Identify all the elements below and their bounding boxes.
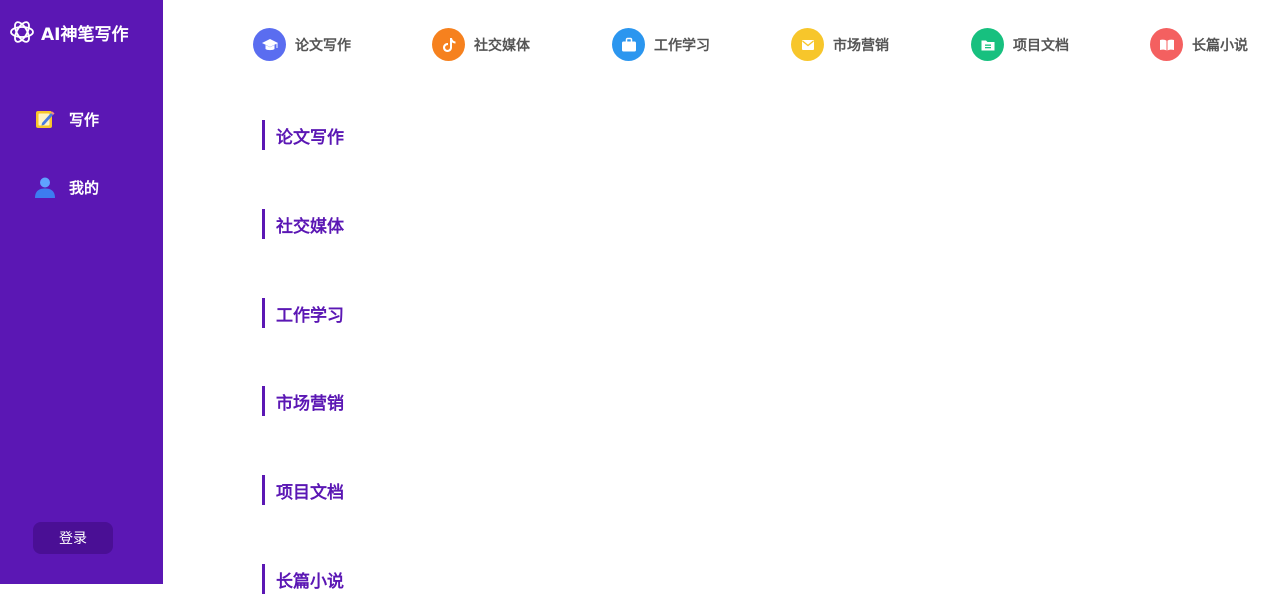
sidebar-item-mine[interactable]: 我的 — [34, 174, 99, 200]
sidebar-item-label: 我的 — [69, 178, 100, 197]
section-title: 长篇小说 — [276, 571, 344, 592]
section-title: 工作学习 — [276, 305, 344, 326]
user-icon — [35, 177, 55, 198]
briefcase-icon — [612, 28, 645, 61]
section-accent-bar — [262, 209, 265, 239]
section-accent-bar — [262, 386, 265, 416]
section-title: 市场营销 — [276, 393, 344, 414]
section-title: 论文写作 — [276, 127, 344, 148]
section-heading-marketing: 市场营销 — [262, 386, 344, 416]
category-tab-thesis[interactable]: 论文写作 — [253, 28, 351, 61]
sidebar: AI神笔写作 写作 我的 登录 — [0, 0, 163, 584]
section-heading-social: 社交媒体 — [262, 209, 344, 239]
category-nav: 论文写作 社交媒体 工作学习 市场营销 项目文档 长篇小说 — [163, 0, 1275, 90]
mail-icon — [791, 28, 824, 61]
category-tab-marketing[interactable]: 市场营销 — [791, 28, 889, 61]
section-accent-bar — [262, 120, 265, 150]
category-label: 社交媒体 — [474, 37, 530, 54]
section-heading-project-docs: 项目文档 — [262, 475, 344, 505]
section-heading-work: 工作学习 — [262, 298, 344, 328]
app-title: AI神笔写作 — [41, 24, 129, 45]
section-accent-bar — [262, 475, 265, 505]
tiktok-icon — [432, 28, 465, 61]
app-logo[interactable]: AI神笔写作 — [8, 18, 128, 46]
edit-note-icon — [36, 111, 55, 128]
openai-knot-icon — [10, 21, 34, 43]
section-accent-bar — [262, 298, 265, 328]
login-button[interactable]: 登录 — [33, 522, 113, 554]
category-tab-social[interactable]: 社交媒体 — [432, 28, 530, 61]
category-label: 项目文档 — [1013, 37, 1069, 54]
graduation-cap-icon — [253, 28, 286, 61]
folder-icon — [971, 28, 1004, 61]
section-heading-novel: 长篇小说 — [262, 564, 344, 594]
category-label: 论文写作 — [295, 37, 351, 54]
category-tab-project-docs[interactable]: 项目文档 — [971, 28, 1069, 61]
section-title: 项目文档 — [276, 482, 344, 503]
book-icon — [1150, 28, 1183, 61]
section-accent-bar — [262, 564, 265, 594]
category-tab-novel[interactable]: 长篇小说 — [1150, 28, 1248, 61]
category-label: 市场营销 — [833, 37, 889, 54]
category-label: 长篇小说 — [1192, 37, 1248, 54]
sidebar-item-label: 写作 — [69, 110, 100, 129]
section-heading-thesis: 论文写作 — [262, 120, 344, 150]
category-label: 工作学习 — [654, 37, 710, 54]
section-title: 社交媒体 — [276, 216, 344, 237]
category-tab-work[interactable]: 工作学习 — [612, 28, 710, 61]
sidebar-item-write[interactable]: 写作 — [34, 106, 99, 132]
